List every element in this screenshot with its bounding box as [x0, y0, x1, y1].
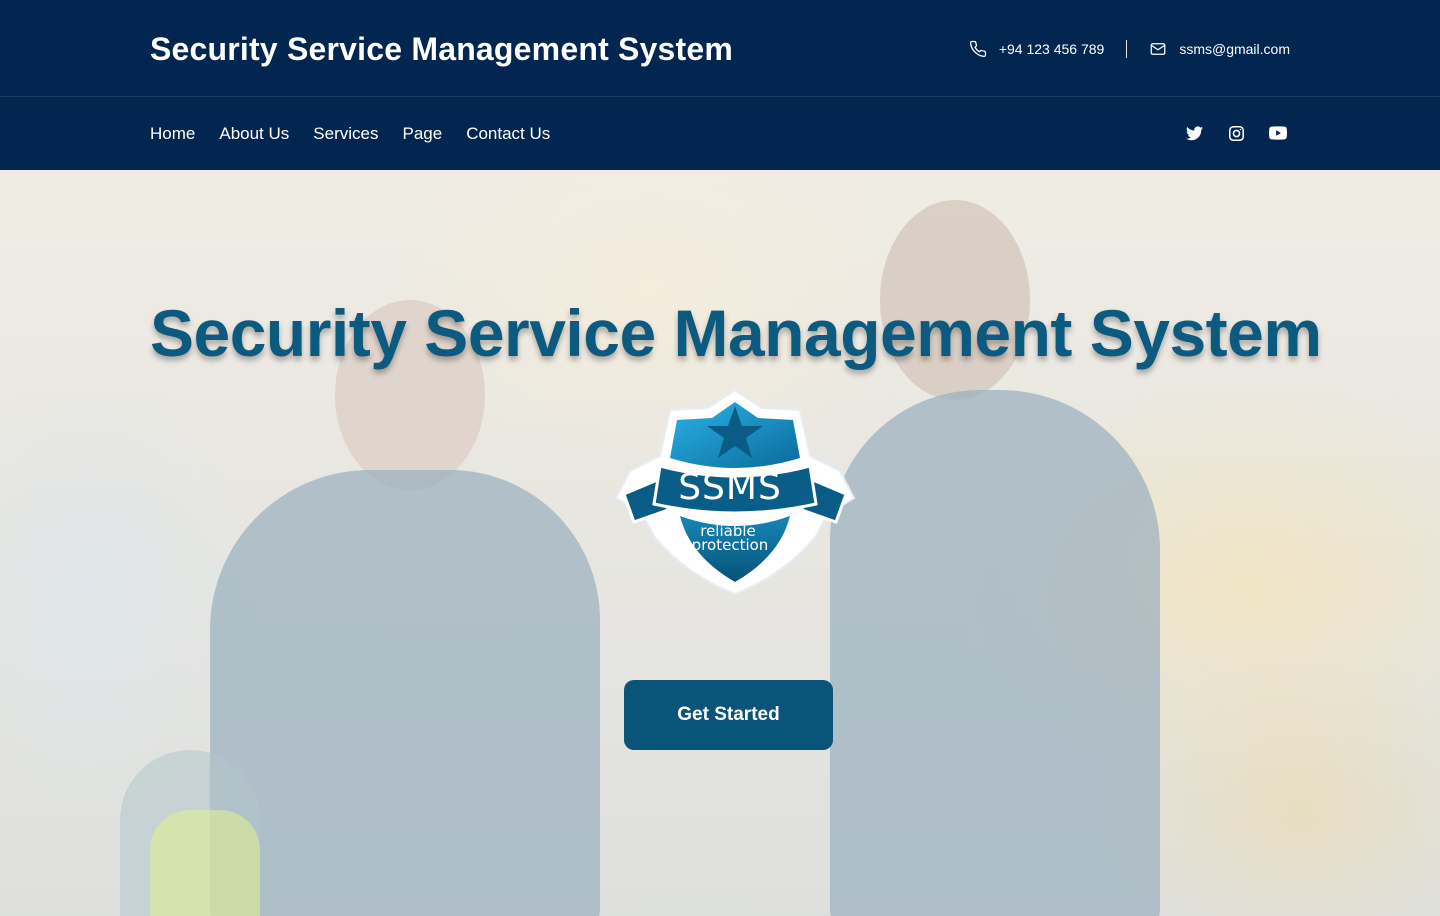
email-contact[interactable]: ssms@gmail.com — [1149, 40, 1290, 58]
main-navbar: Home About Us Services Page Contact Us — [0, 97, 1440, 170]
contact-divider — [1126, 40, 1128, 58]
nav-item-about-us[interactable]: About Us — [219, 122, 289, 146]
nav-menu: Home About Us Services Page Contact Us — [150, 122, 550, 146]
twitter-icon[interactable] — [1182, 121, 1206, 145]
nav-item-contact-us[interactable]: Contact Us — [466, 122, 550, 146]
youtube-icon[interactable] — [1266, 121, 1290, 145]
logo-tagline-line2: protection — [692, 536, 769, 554]
ssms-shield-logo: SSMS reliable protection — [614, 388, 856, 596]
top-header: Security Service Management System +94 1… — [0, 0, 1440, 97]
phone-number: +94 123 456 789 — [998, 41, 1105, 57]
logo-acronym: SSMS — [678, 467, 782, 508]
hero-section: Security Service Management System SSMS … — [0, 170, 1440, 916]
get-started-button[interactable]: Get Started — [624, 680, 833, 750]
instagram-icon[interactable] — [1224, 121, 1248, 145]
nav-item-page[interactable]: Page — [402, 122, 442, 146]
email-address: ssms@gmail.com — [1179, 41, 1290, 57]
contact-info: +94 123 456 789 ssms@gmail.com — [969, 36, 1290, 62]
site-brand[interactable]: Security Service Management System — [150, 28, 733, 70]
phone-contact[interactable]: +94 123 456 789 — [969, 40, 1105, 58]
social-links — [1182, 121, 1290, 145]
hero-title: Security Service Management System — [150, 296, 1322, 370]
nav-item-services[interactable]: Services — [313, 122, 378, 146]
nav-item-home[interactable]: Home — [150, 122, 195, 146]
mail-icon — [1149, 40, 1167, 58]
phone-icon — [969, 40, 987, 58]
